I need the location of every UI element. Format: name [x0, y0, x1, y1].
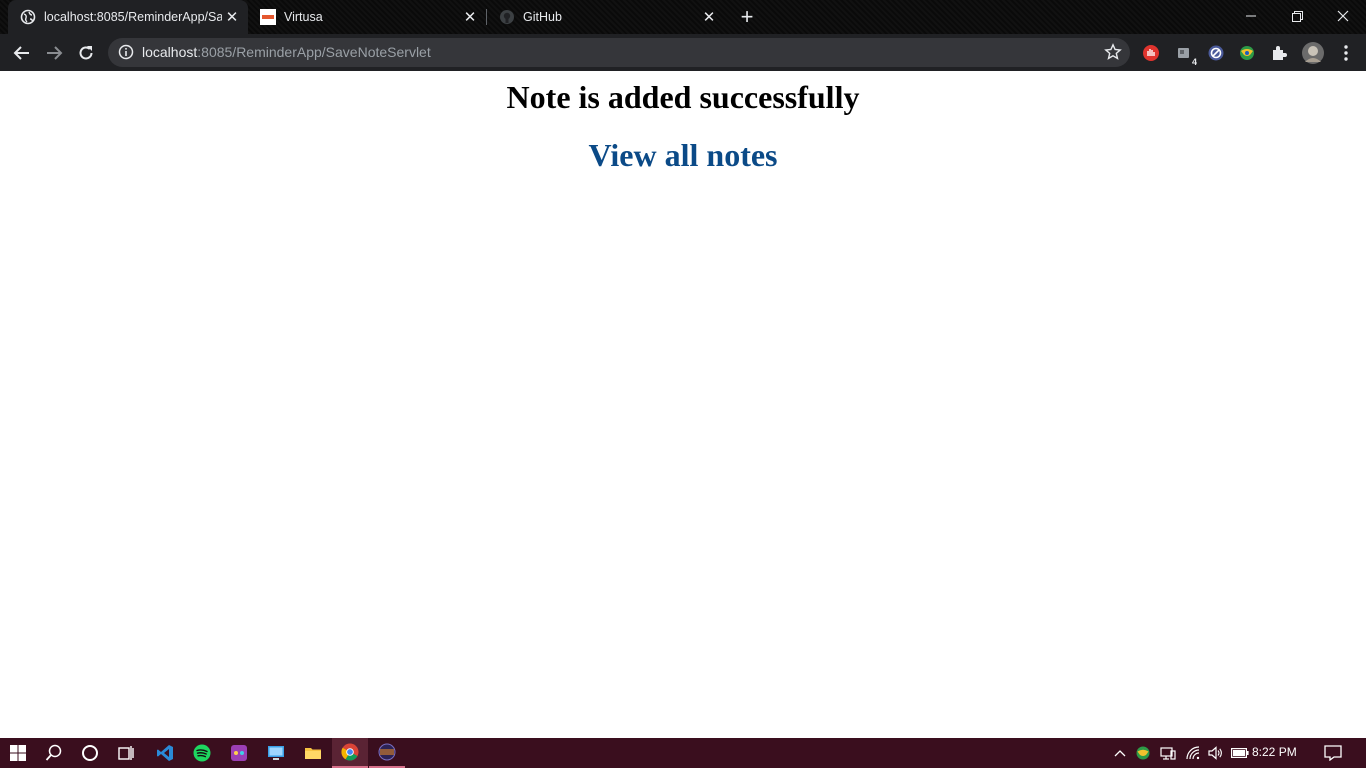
notifications-icon[interactable]	[1322, 738, 1344, 768]
profile-avatar[interactable]	[1302, 42, 1324, 64]
eclipse-icon[interactable]	[369, 738, 405, 768]
windows-logo-icon	[10, 745, 26, 761]
close-icon[interactable]: ✕	[460, 7, 480, 27]
show-hidden-icons-chevron-icon[interactable]	[1110, 738, 1130, 768]
close-icon[interactable]: ✕	[699, 7, 719, 27]
bookmark-star-icon[interactable]	[1104, 43, 1122, 61]
remote-desktop-icon[interactable]	[258, 738, 294, 768]
windows-taskbar: 8:22 PM	[0, 738, 1366, 768]
wifi-icon[interactable]	[1183, 738, 1203, 768]
grammarly-extension-icon[interactable]	[1237, 43, 1257, 63]
close-icon[interactable]: ✕	[222, 7, 242, 27]
search-icon[interactable]	[36, 738, 72, 768]
extensions-puzzle-icon[interactable]	[1269, 43, 1289, 63]
virtusa-logo-icon	[260, 9, 276, 25]
browser-toolbar: localhost:8085/ReminderApp/SaveNoteServl…	[0, 34, 1366, 71]
new-tab-button[interactable]: +	[736, 6, 758, 29]
address-bar[interactable]: localhost:8085/ReminderApp/SaveNoteServl…	[108, 38, 1130, 67]
taskbar-clock[interactable]: 8:22 PM	[1252, 745, 1297, 759]
tab-savenote[interactable]: localhost:8085/ReminderApp/SaveNoteServl…	[8, 0, 248, 34]
forward-arrow-icon	[47, 46, 63, 60]
back-arrow-icon	[13, 46, 29, 60]
info-icon[interactable]	[118, 44, 134, 60]
volume-icon[interactable]	[1205, 738, 1225, 768]
close-window-button[interactable]	[1320, 0, 1366, 32]
success-message: Note is added successfully	[506, 79, 860, 115]
menu-kebab-icon[interactable]	[1336, 43, 1356, 63]
reload-icon	[79, 46, 93, 60]
globe-icon	[20, 9, 36, 25]
tab-strip: localhost:8085/ReminderApp/SaveNoteServl…	[0, 0, 1366, 34]
extension-icon[interactable]: 4	[1174, 43, 1197, 67]
back-button[interactable]	[8, 39, 36, 67]
task-view-icon[interactable]	[108, 738, 144, 768]
vscode-icon[interactable]	[147, 738, 183, 768]
tab-github[interactable]: GitHub ✕	[487, 0, 725, 34]
reload-button[interactable]	[72, 39, 100, 67]
adblock-extension-icon[interactable]	[1141, 43, 1161, 63]
url-host: localhost	[142, 44, 198, 60]
file-explorer-icon[interactable]	[295, 738, 331, 768]
block-extension-icon[interactable]	[1206, 43, 1226, 63]
spotify-icon[interactable]	[184, 738, 220, 768]
cortana-icon[interactable]	[72, 738, 108, 768]
restore-button[interactable]	[1274, 0, 1320, 32]
chrome-taskbar-icon[interactable]	[332, 738, 368, 768]
tab-title: GitHub	[523, 10, 562, 24]
view-all-notes-link[interactable]: View all notes	[0, 137, 1366, 174]
game-app-icon[interactable]	[221, 738, 257, 768]
page-content: Note is added successfully View all note…	[0, 71, 1366, 738]
forward-button[interactable]	[40, 39, 68, 67]
github-icon	[499, 9, 515, 25]
extension-badge: 4	[1191, 57, 1197, 67]
battery-icon[interactable]	[1229, 738, 1251, 768]
tab-title: Virtusa	[284, 10, 323, 24]
network-display-icon[interactable]	[1158, 738, 1178, 768]
tab-virtusa[interactable]: Virtusa ✕	[248, 0, 486, 34]
minimize-button[interactable]	[1228, 0, 1274, 32]
url-text[interactable]: localhost:8085/ReminderApp/SaveNoteServl…	[142, 44, 431, 60]
tab-title: localhost:8085/ReminderApp/SaveNoteServl…	[44, 10, 222, 24]
grammarly-tray-icon[interactable]	[1133, 738, 1153, 768]
url-path: :8085/ReminderApp/SaveNoteServlet	[197, 44, 431, 60]
start-button[interactable]	[0, 738, 36, 768]
